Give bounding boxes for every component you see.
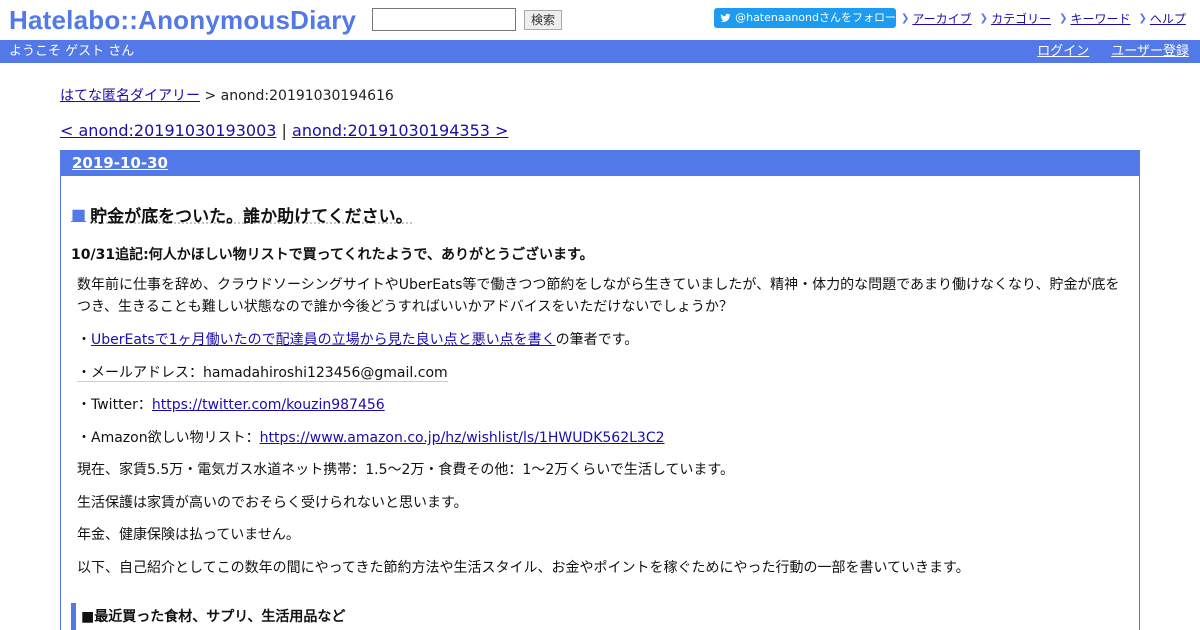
entry-list-item-wishlist: ・Amazon欲しい物リスト：https://www.amazon.co.jp/…	[77, 427, 1127, 449]
twitter-link[interactable]: https://twitter.com/kouzin987456	[152, 397, 385, 413]
entry-paragraph-2: 現在、家賃5.5万・電気ガス水道ネット携帯：1.5～2万・食費その他：1～2万く…	[77, 462, 735, 478]
register-link[interactable]: ユーザー登録	[1111, 40, 1189, 63]
email-label: ・メールアドレス：	[77, 365, 203, 382]
nav-archive-link[interactable]: アーカイブ	[912, 10, 971, 27]
nav-category-link[interactable]: カテゴリー	[991, 10, 1051, 27]
entry-paragraph-4: 年金、健康保険は払っていません。	[77, 527, 300, 543]
nav-keyword[interactable]: ❯ キーワード	[1059, 10, 1130, 27]
chevron-right-icon: ❯	[1059, 13, 1068, 24]
twitter-label: ・Twitter：	[77, 397, 152, 413]
entry-list-item-email: ・メールアドレス：hamadahiroshi123456@gmail.com	[77, 362, 1127, 384]
pager-separator: |	[281, 121, 287, 140]
entry-title-text: 貯金が底をついた。誰か助けてください。	[90, 207, 413, 227]
email-value: hamadahiroshi123456@gmail.com	[203, 365, 448, 382]
wishlist-link[interactable]: https://www.amazon.co.jp/hz/wishlist/ls/…	[260, 430, 665, 446]
nav-category[interactable]: ❯ カテゴリー	[980, 10, 1051, 27]
next-entry-link[interactable]: anond:20191030194353 >	[292, 121, 508, 140]
chevron-right-icon: ❯	[901, 13, 910, 24]
header-nav: ❯ アーカイブ ❯ カテゴリー ❯ キーワード ❯ ヘルプ	[901, 10, 1194, 27]
nav-keyword-link[interactable]: キーワード	[1070, 10, 1130, 27]
nav-archive[interactable]: ❯ アーカイブ	[901, 10, 972, 27]
prev-entry-link[interactable]: < anond:20191030193003	[60, 121, 276, 140]
breadcrumb: はてな匿名ダイアリー > anond:20191030194616	[60, 85, 394, 105]
search-input[interactable]	[372, 8, 516, 31]
site-logo[interactable]: Hatelabo::AnonymousDiary	[9, 4, 356, 36]
nav-help[interactable]: ❯ ヘルプ	[1138, 10, 1185, 27]
entry-list-item-twitter: ・Twitter：https://twitter.com/kouzin98745…	[77, 394, 1127, 416]
day-panel: 2019-10-30 ■ 貯金が底をついた。誰か助けてください。 10/31追記…	[60, 150, 1140, 630]
entry-pager: < anond:20191030193003 | anond:201910301…	[60, 121, 508, 140]
entry-paragraph-3: 生活保護は家賃が高いのでおそらく受けられないと思います。	[77, 495, 468, 511]
wishlist-label: ・Amazon欲しい物リスト：	[77, 430, 260, 446]
top-header: Hatelabo::AnonymousDiary 検索 @hatenaanond…	[0, 0, 1200, 40]
search-button[interactable]: 検索	[524, 10, 562, 30]
article-suffix: の筆者です。	[555, 332, 639, 348]
entry-paragraph-5: 以下、自己紹介としてこの数年の間にやってきた節約方法や生活スタイル、お金やポイン…	[77, 560, 970, 576]
twitter-follow-button[interactable]: @hatenaanondさんをフォロー	[714, 8, 896, 28]
breadcrumb-separator: >	[204, 88, 217, 104]
entry-permalink-square[interactable]: ■	[71, 205, 86, 224]
breadcrumb-current: anond:20191030194616	[220, 88, 394, 104]
twitter-bird-icon	[720, 13, 731, 22]
entry-paragraph-1: 数年前に仕事を辞め、クラウドソーシングサイトやUberEats等で働きつつ節約を…	[77, 277, 1120, 315]
day-header: 2019-10-30	[61, 151, 1139, 176]
entry-lead: 10/31追記:何人かほしい物リストで買ってくれたようで、ありがとうございます。	[71, 247, 594, 263]
chevron-right-icon: ❯	[1138, 13, 1147, 24]
user-links: ログイン ユーザー登録	[1037, 40, 1189, 63]
follow-label: @hatenaanondさんをフォロー	[735, 11, 896, 24]
welcome-text: ようこそ ゲスト さん	[9, 44, 135, 59]
chevron-right-icon: ❯	[979, 13, 989, 24]
section-heading: ■最近買った食材、サプリ、生活用品など	[71, 603, 1131, 630]
article-link[interactable]: UberEatsで1ヶ月働いたので配達員の立場から見た良い点と悪い点を書く	[91, 332, 556, 348]
login-link[interactable]: ログイン	[1037, 40, 1089, 63]
user-bar: ようこそ ゲスト さん ログイン ユーザー登録	[0, 40, 1200, 63]
entry-list-item-article: ・UberEatsで1ヶ月働いたので配達員の立場から見た良い点と悪い点を書くの筆…	[77, 329, 1127, 351]
bullet: ・	[77, 332, 91, 348]
entry-title: ■ 貯金が底をついた。誰か助けてください。	[71, 202, 413, 227]
day-date-link[interactable]: 2019-10-30	[72, 154, 168, 172]
nav-help-link[interactable]: ヘルプ	[1150, 10, 1186, 27]
breadcrumb-home-link[interactable]: はてな匿名ダイアリー	[60, 88, 200, 104]
